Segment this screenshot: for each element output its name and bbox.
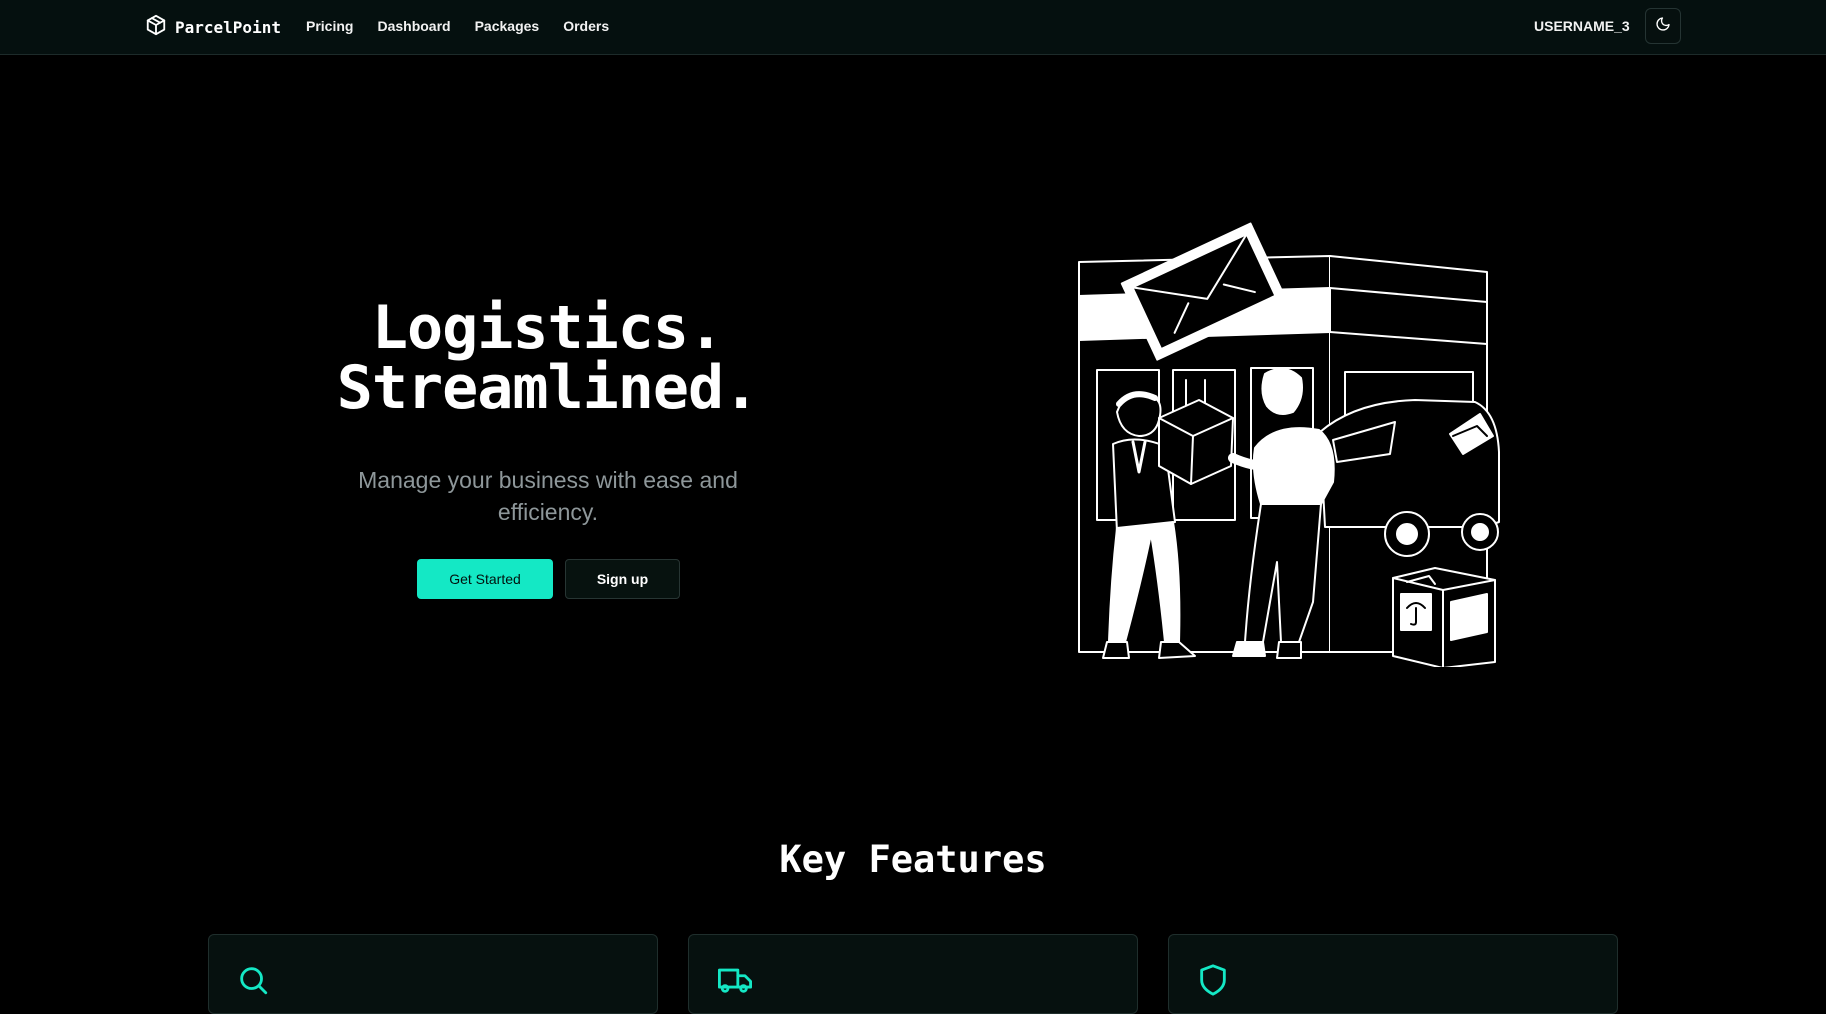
feature-card-delivery — [688, 934, 1138, 1014]
moon-icon — [1655, 16, 1671, 37]
brand-logo-link[interactable]: ParcelPoint — [145, 14, 281, 40]
user-menu[interactable]: USERNAME_3 — [1534, 16, 1630, 36]
theme-toggle-button[interactable] — [1645, 8, 1681, 44]
brand-name: ParcelPoint — [175, 17, 281, 37]
sign-up-button[interactable]: Sign up — [565, 559, 680, 599]
key-features-heading: Key Features — [779, 838, 1047, 881]
hero-subtitle: Manage your business with ease and effic… — [358, 467, 738, 525]
nav-link-packages[interactable]: Packages — [475, 16, 540, 36]
feature-card-search — [208, 934, 658, 1014]
delivery-handoff-illustration — [1055, 222, 1505, 669]
search-icon — [236, 963, 270, 1002]
shield-icon — [1196, 963, 1230, 1002]
truck-icon — [716, 963, 754, 1002]
top-navbar: ParcelPoint Pricing Dashboard Packages O… — [0, 0, 1826, 55]
hero-title-line-2: Streamlined. — [336, 353, 759, 423]
nav-link-dashboard[interactable]: Dashboard — [377, 16, 450, 36]
package-icon — [145, 14, 167, 41]
nav-link-pricing[interactable]: Pricing — [306, 16, 353, 36]
main-nav: Pricing Dashboard Packages Orders — [306, 16, 609, 36]
get-started-button[interactable]: Get Started — [417, 559, 553, 599]
nav-link-orders[interactable]: Orders — [563, 16, 609, 36]
hero-title-line-1: Logistics. — [371, 293, 724, 363]
feature-card-security — [1168, 934, 1618, 1014]
hero-title: Logistics. Streamlined. — [290, 298, 805, 418]
